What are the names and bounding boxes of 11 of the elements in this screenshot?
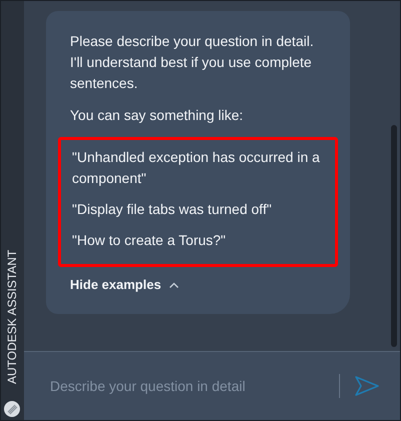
- scrollbar[interactable]: [391, 125, 397, 347]
- hide-examples-button[interactable]: Hide examples: [70, 277, 180, 292]
- message-text: You can say something like:: [70, 106, 244, 125]
- question-input[interactable]: Describe your question in detail: [48, 377, 325, 395]
- logo-icon: [4, 401, 20, 417]
- example-text[interactable]: "Display file tabs was turned off": [72, 199, 324, 220]
- example-text[interactable]: "How to create a Torus?": [72, 230, 324, 251]
- example-text[interactable]: "Unhandled exception has occurred in a component": [72, 147, 324, 189]
- send-icon[interactable]: [354, 375, 380, 397]
- message-text: Please describe your question in detail. I'll understand best if you use complete sentences.: [70, 32, 315, 93]
- sidebar-title: AUTODESK ASSISTANT: [5, 250, 19, 384]
